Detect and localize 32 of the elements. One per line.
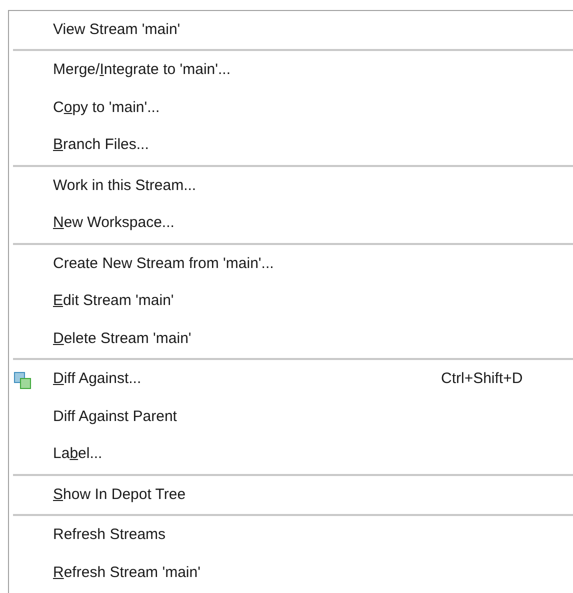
menu-item-label: Show In Depot Tree [53, 484, 186, 504]
menu-item-label: Branch Files... [53, 135, 149, 155]
diff-icon [14, 372, 31, 388]
menu-item[interactable]: Delete Stream 'main' [9, 320, 573, 358]
menu-item[interactable]: Create New Stream from 'main'... [9, 245, 573, 282]
menu-item-label: Label... [53, 444, 102, 464]
menu-item-label: Diff Against Parent [53, 406, 177, 426]
menu-item-label: Merge/Integrate to 'main'... [53, 60, 230, 80]
menu-item-label: Create New Stream from 'main'... [53, 254, 274, 274]
menu-item-label: Delete Stream 'main' [53, 328, 192, 348]
menu-item-label: Work in this Stream... [53, 176, 196, 196]
menu-item-label: Diff Against... [53, 369, 142, 389]
menu-item-label: Edit Stream 'main' [53, 291, 174, 311]
menu-item[interactable]: Show In Depot Tree [9, 476, 573, 514]
menu-item-label: Refresh Streams [53, 525, 166, 545]
menu-item[interactable]: Edit Stream 'main' [9, 282, 573, 320]
menu-item[interactable]: Diff Against Parent [9, 398, 573, 436]
menu-item-label: New Workspace... [53, 213, 174, 233]
menu-item-label: Copy to 'main'... [53, 98, 160, 118]
menu-item[interactable]: Work in this Stream... [9, 167, 573, 204]
menu-item[interactable]: Label... [9, 436, 573, 473]
menu-item[interactable]: Merge/Integrate to 'main'... [9, 52, 573, 89]
shortcut-label: Ctrl+Shift+D [441, 369, 523, 389]
menu-item[interactable]: New Workspace... [9, 204, 573, 242]
menu-item-label: Refresh Stream 'main' [53, 562, 200, 582]
menu-item[interactable]: View Stream 'main' [9, 11, 573, 48]
menu-item-label: View Stream 'main' [53, 20, 180, 40]
menu-item[interactable]: Copy to 'main'... [9, 89, 573, 126]
menu-item[interactable]: Branch Files... [9, 126, 573, 164]
menu-item[interactable]: Refresh Streams [9, 516, 573, 554]
menu-item[interactable]: Refresh Stream 'main' [9, 554, 573, 592]
menu-item[interactable]: Diff Against... Ctrl+Shift+D [9, 360, 573, 398]
